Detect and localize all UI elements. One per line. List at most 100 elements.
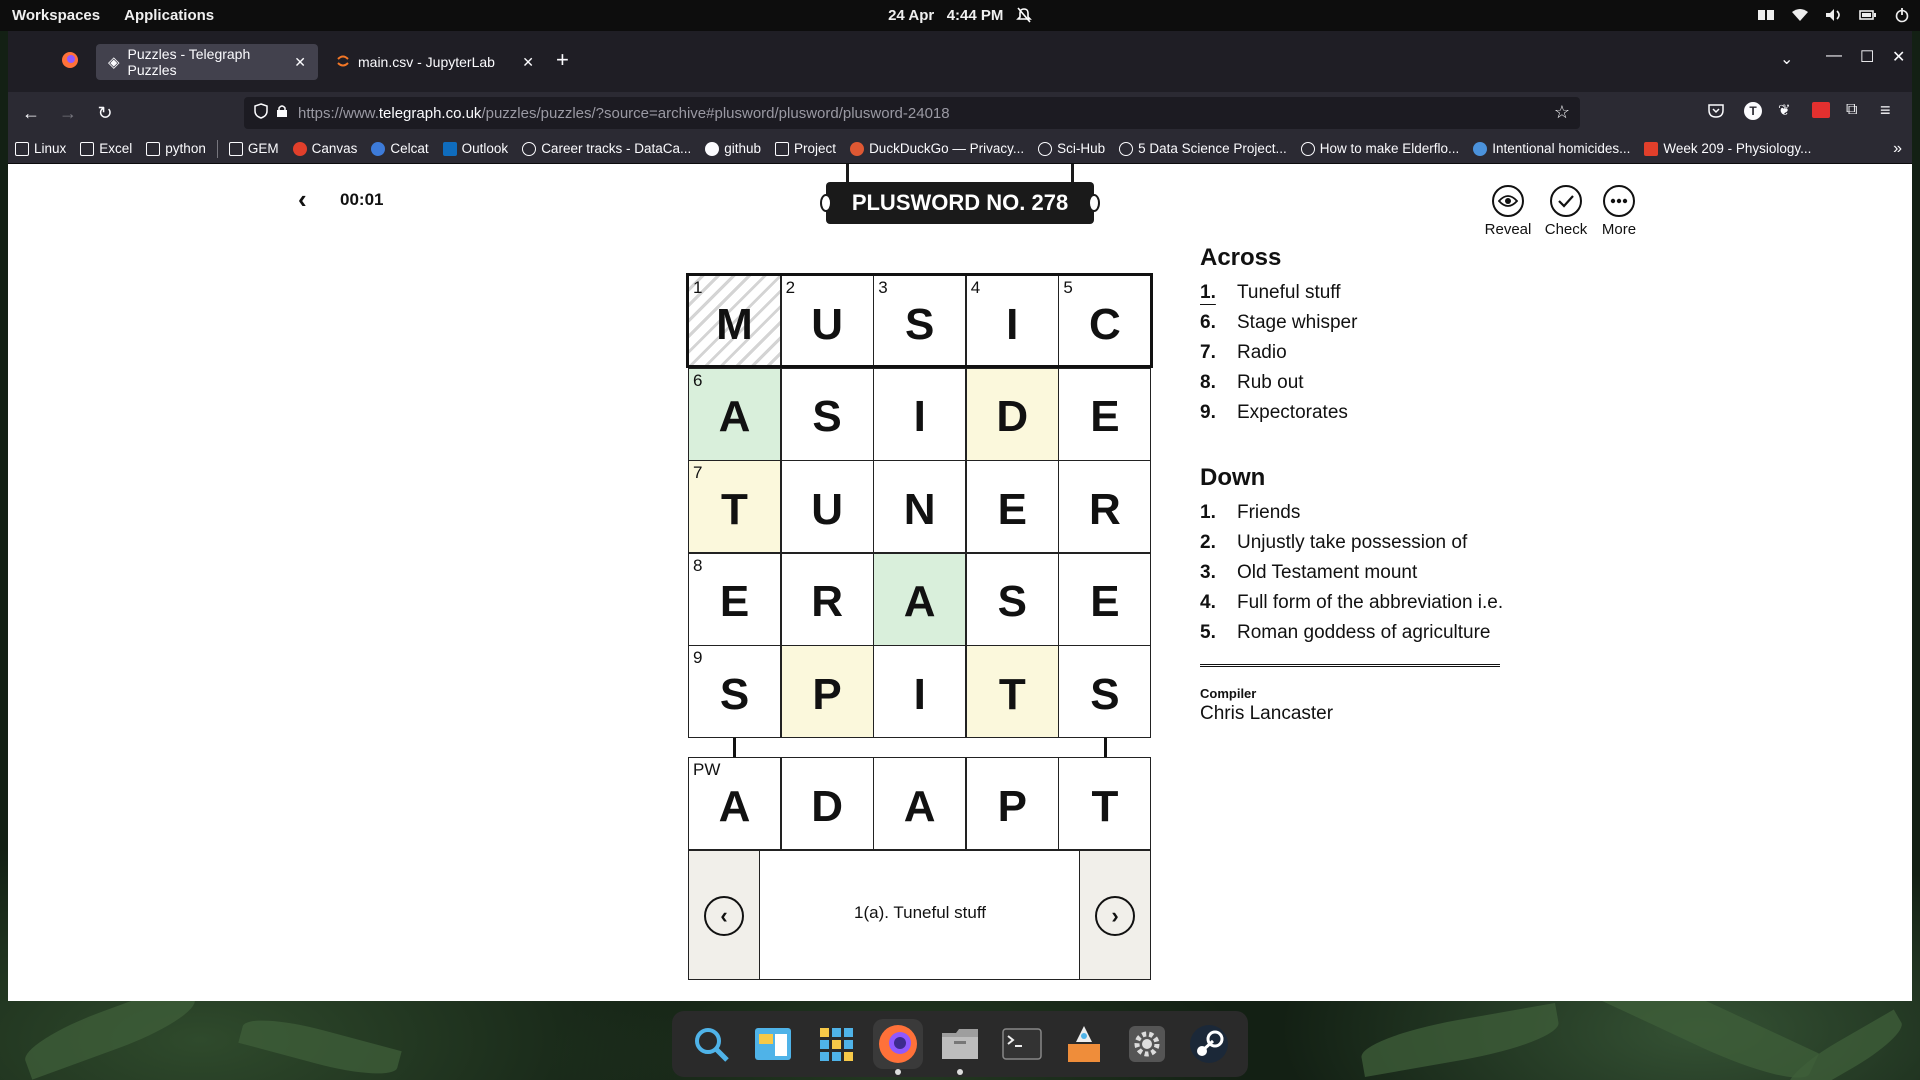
across-clue[interactable]: 6. Stage whisper <box>1200 312 1510 334</box>
grid-cell[interactable]: 2U <box>780 275 874 368</box>
reload-button[interactable]: ↻ <box>87 97 123 129</box>
bookmark-celcat[interactable]: Celcat <box>364 141 435 156</box>
grid-cell[interactable]: D <box>965 367 1059 461</box>
layout-icon[interactable] <box>1756 5 1776 25</box>
prev-clue-panel[interactable]: ‹ <box>689 851 760 979</box>
hamburger-menu-icon[interactable]: ≡ <box>1880 100 1891 121</box>
check-button[interactable]: Check <box>1539 185 1593 238</box>
bookmark-star-icon[interactable]: ☆ <box>1554 102 1570 123</box>
grid-cell[interactable]: 7T <box>688 460 781 554</box>
clock[interactable]: 24 Apr 4:44 PM <box>0 7 1920 27</box>
grid-cell[interactable]: 8E <box>688 552 781 646</box>
grid-cell[interactable]: 3S <box>873 275 967 368</box>
pocket-icon[interactable] <box>1708 103 1724 124</box>
notifications-muted-icon[interactable] <box>1016 7 1032 27</box>
firefox-menu-icon[interactable] <box>60 50 80 75</box>
volume-icon[interactable] <box>1824 5 1844 25</box>
across-clue[interactable]: 7. Radio <box>1200 342 1510 364</box>
grid-cell[interactable]: U <box>780 460 874 554</box>
close-tab-icon[interactable]: ✕ <box>522 54 534 71</box>
back-button[interactable]: ← <box>13 97 49 129</box>
grid-cell[interactable]: S <box>780 367 874 461</box>
across-clue[interactable]: 1. Tuneful stuff <box>1200 282 1510 304</box>
grid-cell[interactable]: N <box>873 460 967 554</box>
close-window-button[interactable]: ✕ <box>1892 47 1905 67</box>
plusword-cell[interactable]: P <box>965 757 1059 850</box>
down-clue[interactable]: 3. Old Testament mount <box>1200 562 1510 584</box>
bookmark-folder-linux[interactable]: Linux <box>8 141 73 156</box>
down-clue[interactable]: 2. Unjustly take possession of <box>1200 532 1510 554</box>
firefox-app-icon[interactable] <box>872 1019 923 1075</box>
lock-icon[interactable] <box>276 104 288 122</box>
bookmark-github[interactable]: github <box>698 141 768 156</box>
tab-jupyterlab[interactable]: main.csv - JupyterLab ✕ <box>324 44 546 80</box>
grid-cell[interactable]: S <box>1058 645 1152 739</box>
settings-app-icon[interactable] <box>1122 1019 1172 1069</box>
bookmark-folder-project[interactable]: Project <box>768 141 843 156</box>
back-chevron-icon[interactable]: ‹ <box>298 184 307 215</box>
extension-red-icon[interactable] <box>1812 102 1830 118</box>
grid-cell[interactable]: P <box>780 645 874 739</box>
bookmark-duckduckgo[interactable]: DuckDuckGo — Privacy... <box>843 141 1031 156</box>
tracking-shield-icon[interactable] <box>254 103 268 123</box>
more-button[interactable]: More <box>1593 185 1645 238</box>
plusword-cell[interactable]: T <box>1058 757 1152 850</box>
reveal-button[interactable]: Reveal <box>1480 185 1536 238</box>
extension-leaf-icon[interactable]: ❦ <box>1778 101 1791 119</box>
plusword-cell[interactable]: PW A <box>688 757 781 850</box>
software-store-app-icon[interactable] <box>1059 1019 1109 1069</box>
bookmark-folder-gem[interactable]: GEM <box>222 141 286 156</box>
app-grid-icon[interactable] <box>811 1019 861 1069</box>
extensions-puzzle-icon[interactable]: ⧉ <box>1846 101 1857 119</box>
grid-cell[interactable]: 1M <box>688 275 781 368</box>
close-tab-icon[interactable]: ✕ <box>294 54 306 71</box>
forward-button[interactable]: → <box>50 97 86 129</box>
grid-cell[interactable]: I <box>873 645 967 739</box>
plusword-cell[interactable]: A <box>873 757 967 850</box>
bookmark-week-209[interactable]: Week 209 - Physiology... <box>1637 141 1818 156</box>
grid-cell[interactable]: 4I <box>965 275 1059 368</box>
grid-cell[interactable]: 9S <box>688 645 781 739</box>
search-app-icon[interactable] <box>686 1019 736 1069</box>
down-clue[interactable]: 1. Friends <box>1200 502 1510 524</box>
maximize-window-button[interactable]: ☐ <box>1860 47 1874 67</box>
grid-cell[interactable]: S <box>965 552 1059 646</box>
battery-icon[interactable] <box>1858 5 1878 25</box>
grid-cell[interactable]: R <box>1058 460 1152 554</box>
prev-clue-button[interactable]: ‹ <box>704 896 744 936</box>
bookmark-outlook[interactable]: Outlook <box>436 141 516 156</box>
terminal-app-icon[interactable] <box>997 1019 1047 1069</box>
bookmark-data-science-projects[interactable]: 5 Data Science Project... <box>1112 141 1294 156</box>
bookmark-elderflower[interactable]: How to make Elderflo... <box>1294 141 1467 156</box>
grid-cell[interactable]: I <box>873 367 967 461</box>
minimize-window-button[interactable]: — <box>1826 47 1842 65</box>
grid-cell[interactable]: 5C <box>1058 275 1152 368</box>
bookmark-canvas[interactable]: Canvas <box>286 141 365 156</box>
bookmark-folder-python[interactable]: python <box>139 141 213 156</box>
list-all-tabs-icon[interactable]: ⌄ <box>1780 49 1793 69</box>
wifi-icon[interactable] <box>1790 5 1810 25</box>
workspaces-app-icon[interactable] <box>748 1019 798 1069</box>
grid-cell[interactable]: R <box>780 552 874 646</box>
grid-cell[interactable]: E <box>1058 367 1152 461</box>
bookmark-folder-excel[interactable]: Excel <box>73 141 139 156</box>
grid-cell[interactable]: A <box>873 552 967 646</box>
steam-app-icon[interactable] <box>1184 1019 1234 1069</box>
url-bar[interactable]: https://www. telegraph.co.uk/puzzles/puzz… <box>244 97 1580 129</box>
new-tab-button[interactable]: + <box>556 47 569 73</box>
across-clue[interactable]: 8. Rub out <box>1200 372 1510 394</box>
applications-button[interactable]: Applications <box>112 7 226 24</box>
extension-t-icon[interactable]: T <box>1744 102 1762 120</box>
bookmark-intentional-homicides[interactable]: Intentional homicides... <box>1466 141 1637 156</box>
bookmark-career-tracks[interactable]: Career tracks - DataCa... <box>515 141 698 156</box>
across-clue[interactable]: 9. Expectorates <box>1200 402 1510 424</box>
tab-telegraph-puzzles[interactable]: ◈ Puzzles - Telegraph Puzzles ✕ <box>96 44 318 80</box>
files-app-icon[interactable] <box>935 1019 985 1075</box>
workspaces-button[interactable]: Workspaces <box>0 7 112 24</box>
grid-cell[interactable]: E <box>965 460 1059 554</box>
next-clue-panel[interactable]: › <box>1079 851 1150 979</box>
down-clue[interactable]: 4. Full form of the abbreviation i.e. <box>1200 592 1510 614</box>
next-clue-button[interactable]: › <box>1095 896 1135 936</box>
grid-cell[interactable]: T <box>965 645 1059 739</box>
plusword-cell[interactable]: D <box>780 757 874 850</box>
